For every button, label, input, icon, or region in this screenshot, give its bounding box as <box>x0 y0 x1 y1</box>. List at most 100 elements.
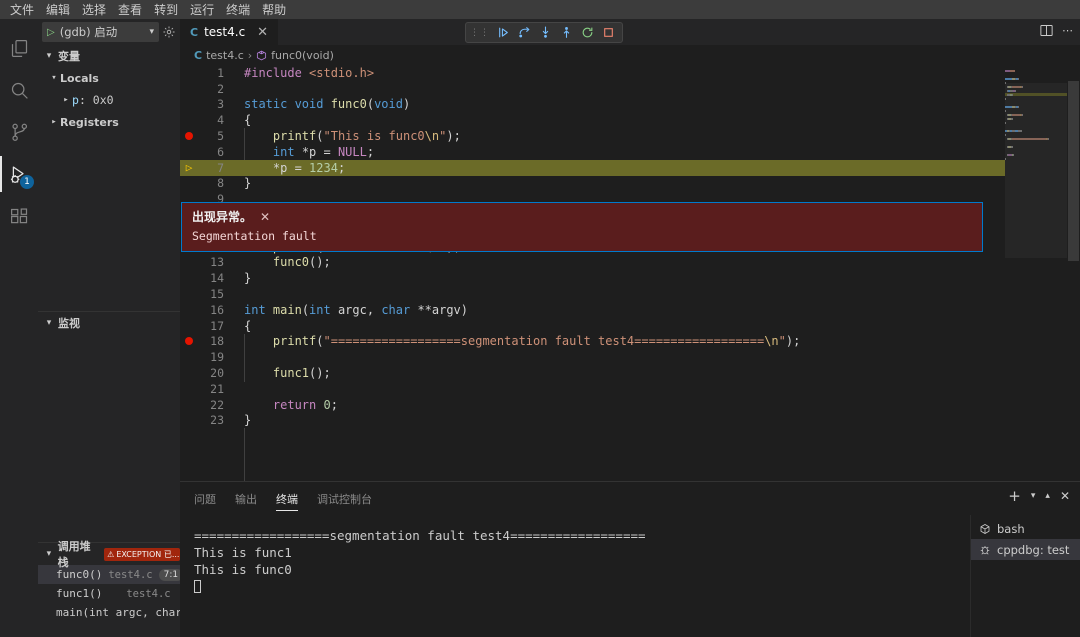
terminal-dropdown-icon[interactable]: ▾ <box>1031 491 1036 501</box>
callstack-frame[interactable]: main(int argc, char ** <box>38 603 180 622</box>
callstack-frame[interactable]: func0() test4.c 7:1 <box>38 565 180 584</box>
activity-item-explorer[interactable] <box>0 27 38 69</box>
line-gutter[interactable]: 6 <box>180 145 238 159</box>
code-line[interactable]: 2 <box>180 81 1080 97</box>
code-line[interactable]: 22 return 0; <box>180 397 1080 413</box>
line-gutter[interactable]: ▷7 <box>180 161 238 175</box>
step-out-icon[interactable] <box>557 24 576 41</box>
breakpoint-icon[interactable] <box>180 132 198 140</box>
menu-item-selection[interactable]: 选择 <box>76 1 112 19</box>
step-into-icon[interactable] <box>536 24 555 41</box>
line-gutter[interactable]: 2 <box>180 82 238 96</box>
activity-item-run-and-debug[interactable]: 1 <box>0 153 38 195</box>
tab-terminal[interactable]: 终端 <box>276 482 298 515</box>
more-actions-icon[interactable]: ⋯ <box>1062 24 1074 37</box>
menu-item-help[interactable]: 帮助 <box>256 1 292 19</box>
line-gutter[interactable]: 22 <box>180 398 238 412</box>
line-gutter[interactable]: 14 <box>180 271 238 285</box>
activity-item-extensions[interactable] <box>0 195 38 237</box>
close-icon[interactable]: ✕ <box>257 25 268 40</box>
breadcrumb-symbol[interactable]: func0(void) <box>271 49 334 62</box>
execution-pointer-icon[interactable]: ▷ <box>180 162 198 173</box>
continue-icon[interactable] <box>494 24 513 41</box>
terminal-item-bash[interactable]: bash <box>971 518 1080 539</box>
scope-locals[interactable]: ▾ Locals <box>38 67 180 89</box>
menu-item-view[interactable]: 查看 <box>112 1 148 19</box>
editor-tab-test4-c[interactable]: C test4.c ✕ <box>180 19 279 45</box>
code-line[interactable]: 14} <box>180 270 1080 286</box>
breakpoint-icon[interactable] <box>180 337 198 345</box>
step-over-icon[interactable] <box>515 24 534 41</box>
code-line[interactable]: 16int main(int argc, char **argv) <box>180 302 1080 318</box>
close-icon[interactable]: ✕ <box>260 210 270 224</box>
launch-configuration-select[interactable]: ▷ (gdb) 启动 ▾ <box>42 22 159 42</box>
tab-output[interactable]: 输出 <box>235 482 257 515</box>
code-line[interactable]: 18 printf("==================segmentatio… <box>180 334 1080 350</box>
breadcrumb: C test4.c › func0(void) <box>180 45 1080 65</box>
line-gutter[interactable]: 16 <box>180 303 238 317</box>
watch-section-header[interactable]: ▾ 监视 <box>38 312 180 334</box>
split-editor-icon[interactable] <box>1039 23 1054 38</box>
menu-item-run[interactable]: 运行 <box>184 1 220 19</box>
menu-item-file[interactable]: 文件 <box>4 1 40 19</box>
editor-scrollbar[interactable] <box>1067 65 1080 500</box>
line-gutter[interactable]: 18 <box>180 334 238 348</box>
new-terminal-icon[interactable]: + <box>1008 491 1021 501</box>
chevron-down-icon[interactable]: ▾ <box>149 27 154 37</box>
line-gutter[interactable]: 13 <box>180 255 238 269</box>
code-line[interactable]: 21 <box>180 381 1080 397</box>
terminal-output[interactable]: ==================segmentation fault tes… <box>180 515 960 637</box>
line-gutter[interactable]: 23 <box>180 413 238 427</box>
line-gutter[interactable]: 17 <box>180 319 238 333</box>
play-icon[interactable]: ▷ <box>47 27 55 38</box>
line-gutter[interactable]: 21 <box>180 382 238 396</box>
code-line[interactable]: ▷7 *p = 1234; <box>180 160 1080 176</box>
restart-icon[interactable] <box>578 24 597 41</box>
code-line[interactable]: 1#include <stdio.h> <box>180 65 1080 81</box>
variable-row[interactable]: ▸ p : 0x0 <box>38 89 180 111</box>
minimap-slider[interactable] <box>1005 83 1067 258</box>
code-line[interactable]: 8} <box>180 176 1080 192</box>
code-line[interactable]: 15 <box>180 286 1080 302</box>
tab-debug-console[interactable]: 调试控制台 <box>317 482 372 515</box>
callstack-section-header[interactable]: ▾ 调用堆栈 ⚠ EXCEPTION 已... <box>38 543 180 565</box>
scrollbar-thumb[interactable] <box>1068 81 1079 261</box>
code-line[interactable]: 3static void func0(void) <box>180 97 1080 113</box>
code-line[interactable]: 6 int *p = NULL; <box>180 144 1080 160</box>
line-gutter[interactable]: 1 <box>180 66 238 80</box>
code-line[interactable]: 13 func0(); <box>180 255 1080 271</box>
maximize-panel-icon[interactable]: ▴ <box>1045 491 1050 501</box>
drag-handle-icon[interactable]: ⋮⋮ <box>470 28 492 38</box>
line-number: 8 <box>198 176 238 190</box>
line-gutter[interactable]: 19 <box>180 350 238 364</box>
menu-item-edit[interactable]: 编辑 <box>40 1 76 19</box>
variables-section-header[interactable]: ▾ 变量 <box>38 45 180 67</box>
code-line[interactable]: 20 func1(); <box>180 365 1080 381</box>
line-gutter[interactable]: 4 <box>180 113 238 127</box>
code-line[interactable]: 17{ <box>180 318 1080 334</box>
code-line[interactable]: 4{ <box>180 112 1080 128</box>
line-gutter[interactable]: 5 <box>180 129 238 143</box>
breadcrumb-file[interactable]: test4.c <box>206 49 244 62</box>
menu-item-go[interactable]: 转到 <box>148 1 184 19</box>
close-panel-icon[interactable]: ✕ <box>1060 489 1070 503</box>
tab-problems[interactable]: 问题 <box>194 482 216 515</box>
line-gutter[interactable]: 8 <box>180 176 238 190</box>
callstack-frame[interactable]: func1() test4.c <box>38 584 180 603</box>
activity-item-search[interactable] <box>0 69 38 111</box>
frame-file: test4.c <box>126 588 170 600</box>
code-line[interactable]: 23} <box>180 413 1080 429</box>
stop-icon[interactable] <box>599 24 618 41</box>
menu-item-terminal[interactable]: 终端 <box>220 1 256 19</box>
activity-item-source-control[interactable] <box>0 111 38 153</box>
terminal-item-cppdbg[interactable]: cppdbg: test <box>971 539 1080 560</box>
gear-icon[interactable] <box>162 25 176 39</box>
scope-registers[interactable]: ▸ Registers <box>38 111 180 133</box>
code-line[interactable]: 5 printf("This is func0\n"); <box>180 128 1080 144</box>
code-editor[interactable]: 1#include <stdio.h>23static void func0(v… <box>180 65 1080 500</box>
minimap[interactable] <box>1005 65 1067 500</box>
code-line[interactable]: 19 <box>180 349 1080 365</box>
line-gutter[interactable]: 15 <box>180 287 238 301</box>
line-gutter[interactable]: 20 <box>180 366 238 380</box>
line-gutter[interactable]: 3 <box>180 97 238 111</box>
